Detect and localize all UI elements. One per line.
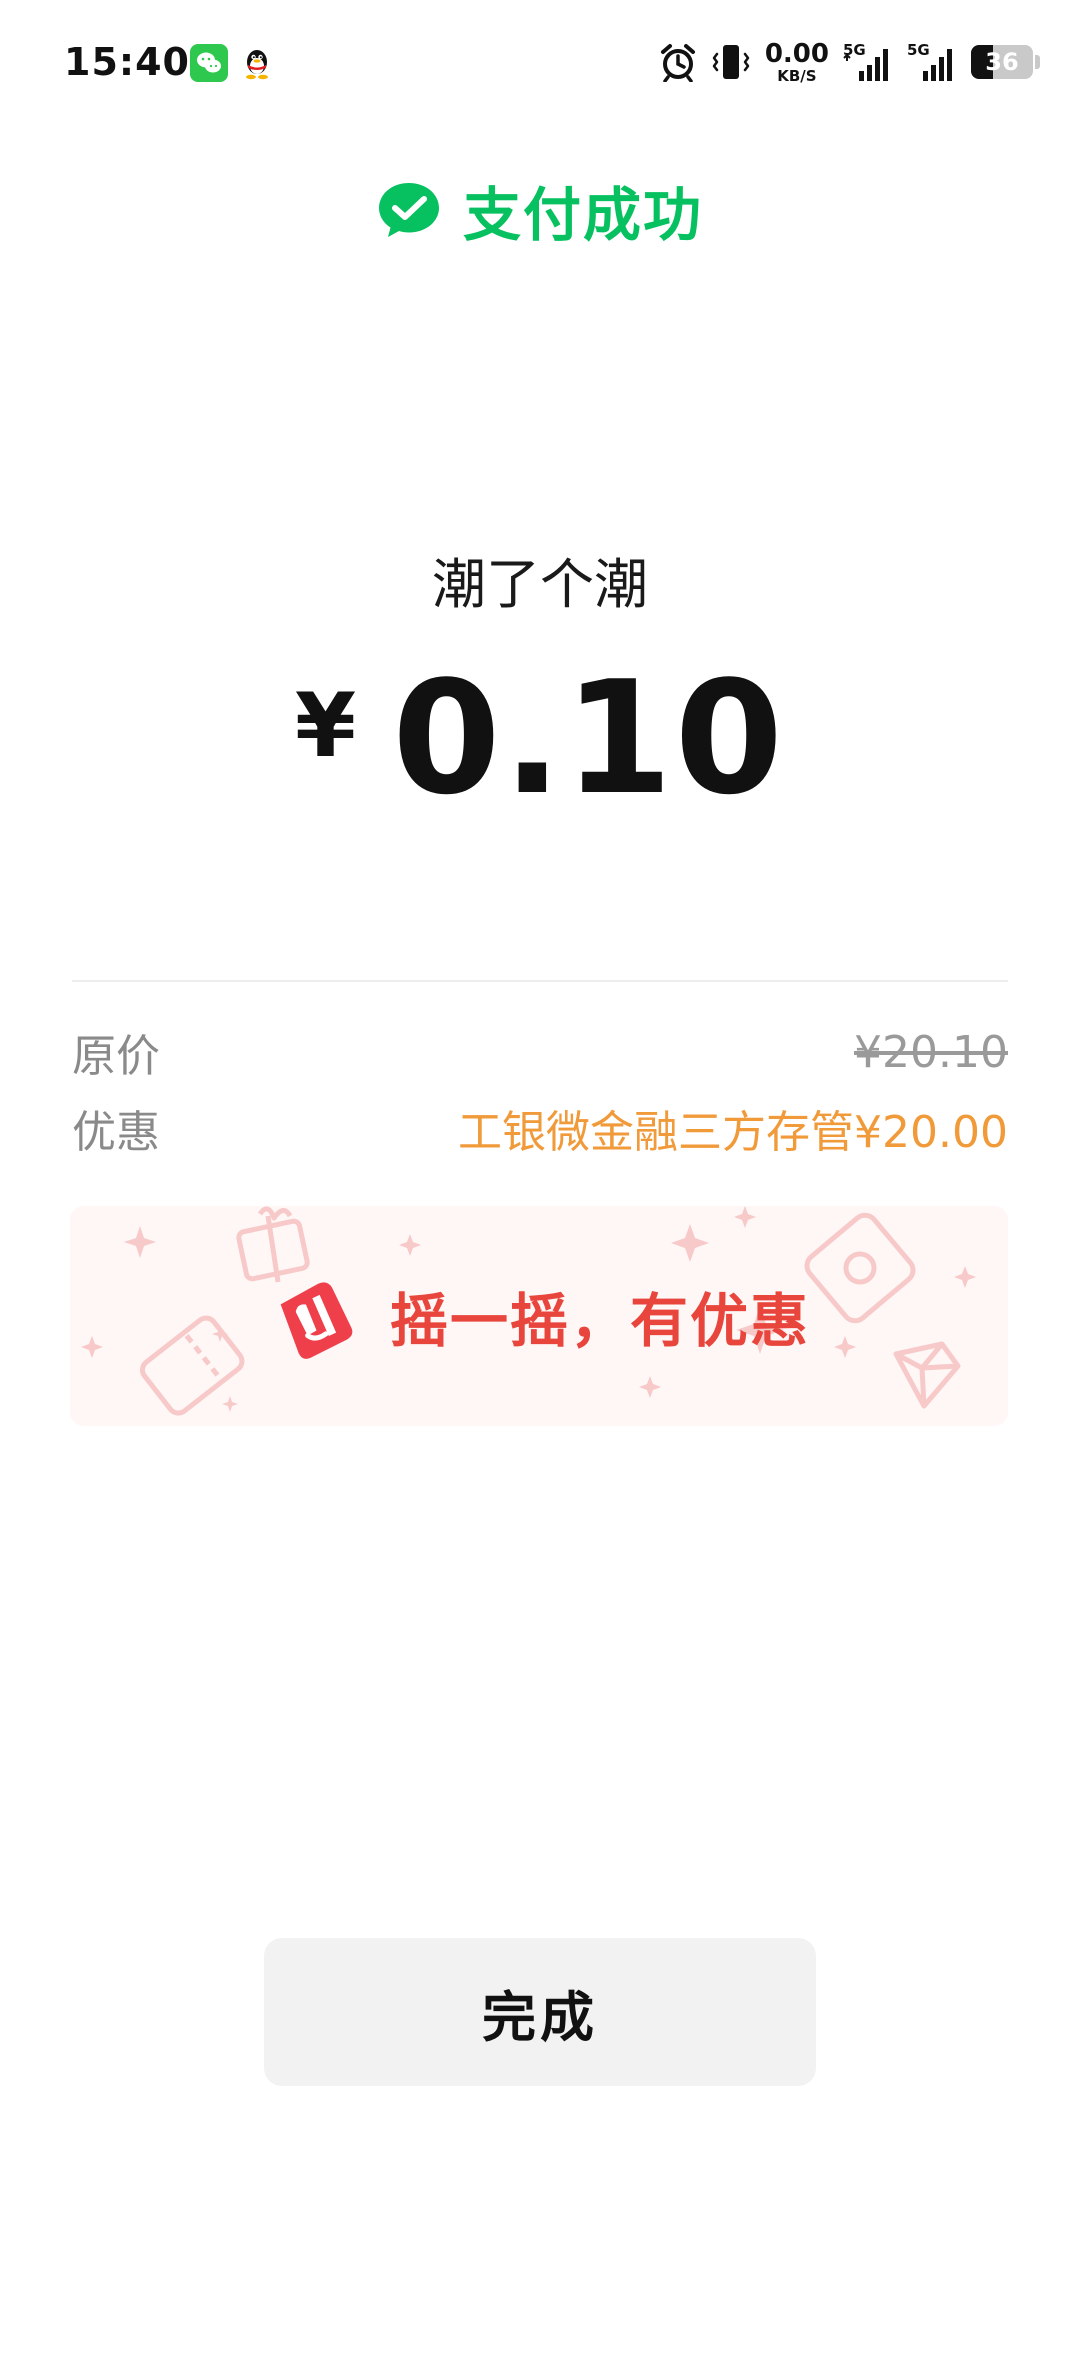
amount-value: 0.10: [392, 647, 786, 829]
discount-value: 工银微金融三方存管¥20.00: [458, 1107, 1008, 1158]
status-time: 15:40: [64, 40, 190, 84]
page-title: 支付成功: [462, 181, 703, 249]
network-speed-unit: KB/S: [777, 66, 817, 85]
battery-icon: 36: [971, 45, 1033, 79]
vibrate-icon: [712, 45, 750, 79]
signal-icon: 5G: [843, 41, 893, 83]
currency-symbol: ¥: [294, 674, 357, 777]
shake-for-discount-banner[interactable]: 摇一摇，有优惠: [70, 1206, 1008, 1426]
signal-icon: 5G: [907, 41, 957, 83]
payment-amount: ¥ 0.10: [0, 660, 1080, 816]
network-speed-value: 0.00: [764, 38, 829, 69]
banner-content: 摇一摇，有优惠: [70, 1206, 1008, 1426]
network-speed: 0.00 KB/S: [765, 41, 829, 84]
battery-level: 36: [985, 48, 1019, 76]
original-price-label: 原价: [72, 1031, 160, 1082]
original-price-value: ¥20.10: [854, 1026, 1008, 1078]
battery-tip: [1035, 55, 1040, 69]
shake-gift-icon: [280, 1282, 353, 1359]
banner-text: 摇一摇，有优惠: [389, 1287, 810, 1355]
original-price-row: 原价 ¥20.10: [72, 1020, 1008, 1084]
discount-label: 优惠: [72, 1107, 160, 1158]
payment-success-header: 支付成功: [0, 168, 1080, 252]
status-bar: 15:40 0.00 KB/S 5G 5G 36: [0, 0, 1080, 128]
merchant-name: 潮了个潮: [432, 553, 648, 616]
discount-row: 优惠 工银微金融三方存管¥20.00: [72, 1096, 1008, 1160]
wechat-app-icon: [190, 44, 228, 82]
alarm-icon: [660, 44, 695, 82]
done-button[interactable]: 完成: [264, 1938, 816, 2086]
wechat-pay-icon: [378, 183, 439, 237]
divider: [72, 980, 1008, 982]
qq-app-icon: [246, 50, 268, 80]
